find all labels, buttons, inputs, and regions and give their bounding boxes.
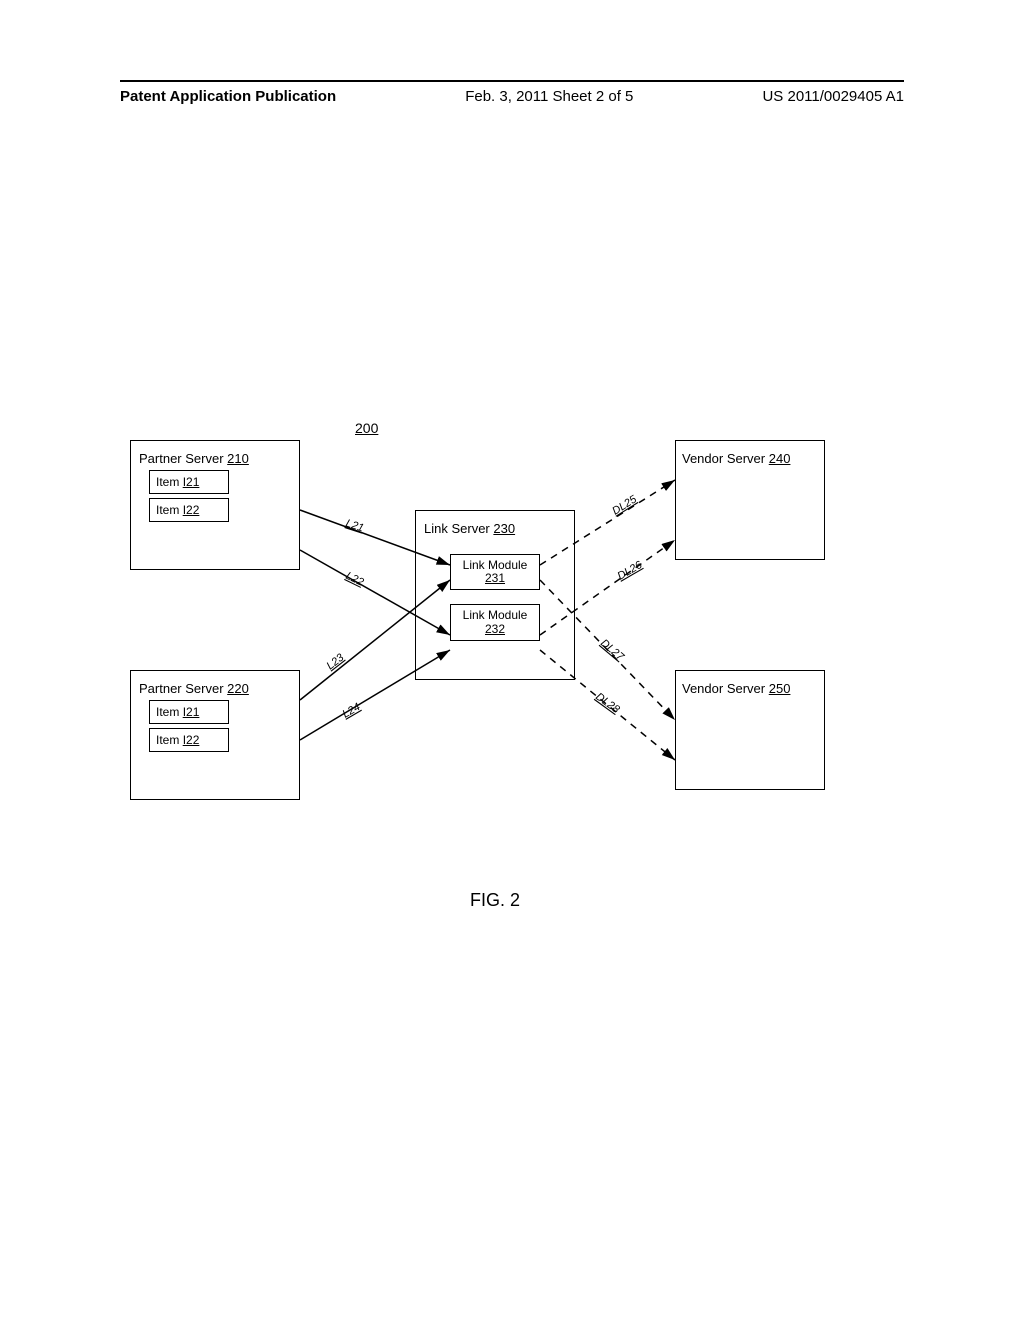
partner-210-title: Partner Server 210 — [139, 451, 291, 466]
vendor-250-title-text: Vendor Server — [682, 681, 765, 696]
partner-210-num: 210 — [227, 451, 249, 466]
label-l24: L24 — [341, 701, 363, 721]
header-rule — [120, 80, 904, 82]
label-dl25: DL25 — [610, 493, 639, 518]
partner-210-item-2: Item I22 — [149, 498, 229, 522]
label-l22: L22 — [344, 570, 366, 589]
figure-number: 200 — [355, 420, 378, 436]
item-num: I21 — [183, 705, 200, 719]
item-label: Item — [156, 705, 179, 719]
label-l21: L21 — [344, 517, 365, 534]
link-230-title-text: Link Server — [424, 521, 490, 536]
item-label: Item — [156, 475, 179, 489]
partner-210-title-text: Partner Server — [139, 451, 224, 466]
partner-210-item-1: Item I21 — [149, 470, 229, 494]
vendor-250-title: Vendor Server 250 — [682, 681, 818, 696]
item-label: Item — [156, 733, 179, 747]
vendor-240-title: Vendor Server 240 — [682, 451, 818, 466]
item-num: I21 — [183, 475, 200, 489]
partner-220-item-2: Item I22 — [149, 728, 229, 752]
label-dl27: DL27 — [598, 637, 627, 664]
vendor-server-240-box: Vendor Server 240 — [675, 440, 825, 560]
partner-220-title-text: Partner Server — [139, 681, 224, 696]
label-l23: L23 — [324, 651, 347, 672]
module-label: Link Module — [463, 558, 528, 572]
figure-label: FIG. 2 — [470, 890, 520, 911]
partner-220-title: Partner Server 220 — [139, 681, 291, 696]
module-num: 232 — [485, 622, 505, 636]
vendor-250-num: 250 — [769, 681, 791, 696]
item-label: Item — [156, 503, 179, 517]
diagram-canvas: 200 Partner Server 210 Item I21 Item I22… — [120, 420, 904, 860]
partner-server-220-box: Partner Server 220 Item I21 Item I22 — [130, 670, 300, 800]
item-num: I22 — [183, 733, 200, 747]
module-num: 231 — [485, 571, 505, 585]
link-server-230-box: Link Server 230 Link Module 231 Link Mod… — [415, 510, 575, 680]
item-num: I22 — [183, 503, 200, 517]
header-left: Patent Application Publication — [120, 88, 336, 105]
label-dl26: DL26 — [616, 559, 646, 583]
header-mid: Feb. 3, 2011 Sheet 2 of 5 — [465, 88, 633, 105]
label-dl28: DL28 — [593, 691, 622, 717]
page: Patent Application Publication Feb. 3, 2… — [0, 0, 1024, 1320]
link-230-title: Link Server 230 — [424, 521, 566, 536]
header-row: Patent Application Publication Feb. 3, 2… — [120, 88, 904, 105]
page-header: Patent Application Publication Feb. 3, 2… — [0, 80, 1024, 105]
header-right: US 2011/0029405 A1 — [762, 88, 904, 105]
partner-220-item-1: Item I21 — [149, 700, 229, 724]
link-module-232: Link Module 232 — [450, 604, 540, 640]
partner-server-210-box: Partner Server 210 Item I21 Item I22 — [130, 440, 300, 570]
module-label: Link Module — [463, 608, 528, 622]
vendor-240-num: 240 — [769, 451, 791, 466]
partner-220-num: 220 — [227, 681, 249, 696]
vendor-server-250-box: Vendor Server 250 — [675, 670, 825, 790]
vendor-240-title-text: Vendor Server — [682, 451, 765, 466]
link-230-num: 230 — [493, 521, 515, 536]
link-module-231: Link Module 231 — [450, 554, 540, 590]
